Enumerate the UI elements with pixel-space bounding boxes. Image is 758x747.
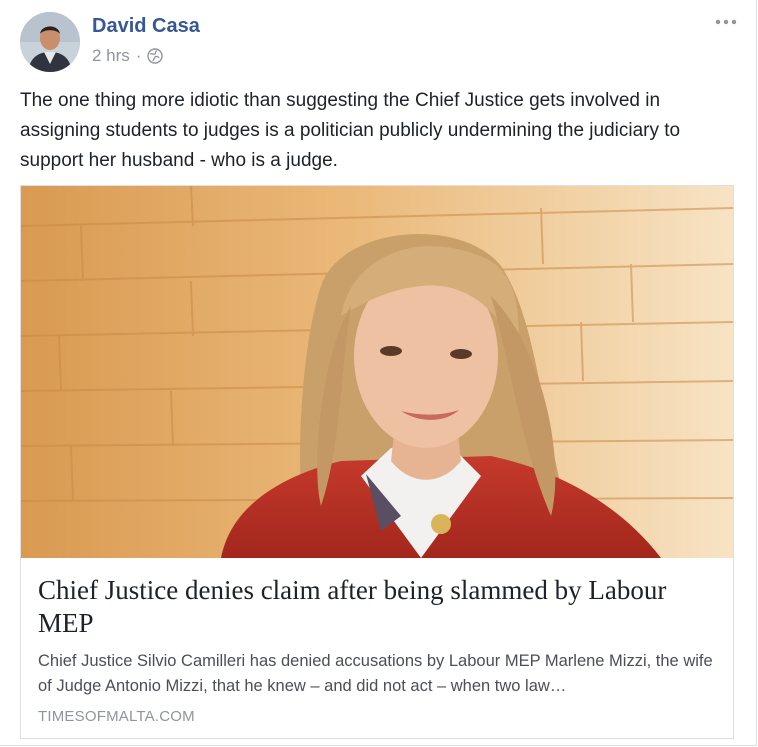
avatar-image [20, 12, 80, 72]
link-domain: TIMESOFMALTA.COM [38, 708, 195, 725]
post-card: David Casa 2 hrs · The one thing more id… [0, 0, 757, 746]
avatar[interactable] [20, 12, 80, 72]
globe-icon[interactable] [147, 48, 164, 64]
link-title[interactable]: Chief Justice denies claim after being s… [38, 574, 718, 640]
more-options-icon[interactable] [712, 12, 740, 32]
author-name[interactable]: David Casa [92, 15, 200, 38]
link-preview-image[interactable] [21, 186, 733, 558]
post-timestamp[interactable]: 2 hrs [92, 46, 130, 66]
meta-separator: · [135, 46, 142, 65]
post-meta: 2 hrs · [92, 46, 164, 66]
post-text: The one thing more idiotic than suggesti… [20, 90, 681, 171]
link-description: Chief Justice Silvio Camilleri has denie… [38, 652, 713, 695]
link-preview[interactable]: Chief Justice denies claim after being s… [20, 185, 734, 739]
